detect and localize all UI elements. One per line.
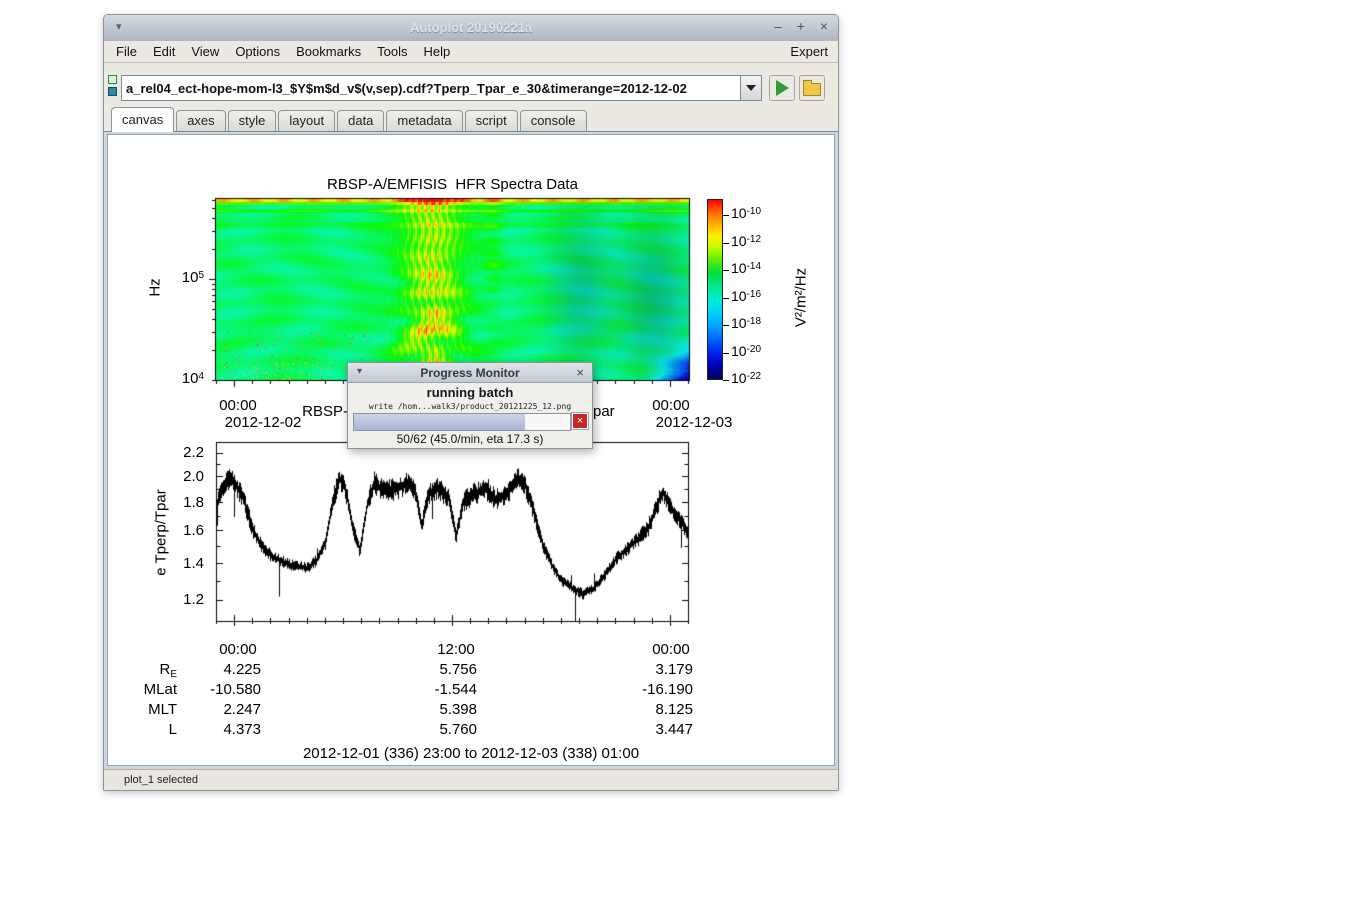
window-titlebar[interactable]: ▾ Autoplot 20190221a – + ×	[104, 15, 838, 42]
colorbar-tick-label: 10-22	[731, 370, 791, 386]
colorbar-tick-label: 10-14	[731, 260, 791, 276]
time-range-label: 2012-12-01 (336) 23:00 to 2012-12-03 (33…	[108, 745, 834, 762]
colorbar-tick-label: 10-16	[731, 288, 791, 304]
spectro-xtick-label: 00:00	[641, 397, 701, 414]
menu-options[interactable]: Options	[227, 44, 288, 59]
maximize-button[interactable]: +	[797, 18, 805, 34]
status-text: plot_1 selected	[124, 771, 198, 790]
spectro-xtick-date: 2012-12-02	[218, 414, 308, 431]
menu-view[interactable]: View	[183, 44, 227, 59]
timeseries-xtick-label: 00:00	[641, 641, 701, 658]
timeseries-plot[interactable]	[206, 432, 699, 632]
table-cell: 5.760	[367, 721, 477, 738]
canvas-container: RBSP-A/EMFISIS HFR Spectra Data Hz e Tpe…	[104, 132, 838, 769]
progress-status-label: 50/62 (45.0/min, eta 17.3 s)	[348, 432, 592, 446]
uri-input[interactable]	[121, 75, 741, 101]
spectro-ytick-label: 104	[138, 370, 204, 387]
tab-script[interactable]: script	[465, 110, 518, 131]
timeseries-xtick-label: 12:00	[426, 641, 486, 658]
colorbar-tick-label: 10-20	[731, 343, 791, 359]
table-cell: -16.190	[583, 681, 693, 698]
colorbar-tick-mark	[723, 298, 729, 299]
close-button[interactable]: ×	[820, 18, 828, 34]
timeseries-ytick-label: 2.2	[148, 444, 204, 461]
uri-toolbar	[104, 62, 838, 108]
timeseries-ytick-label: 2.0	[148, 468, 204, 485]
menu-help[interactable]: Help	[416, 44, 459, 59]
datasource-icon-top	[108, 75, 117, 84]
table-cell: 8.125	[583, 701, 693, 718]
dialog-title: Progress Monitor	[348, 366, 592, 380]
tab-canvas[interactable]: canvas	[111, 107, 174, 132]
uri-combobox	[121, 75, 762, 101]
datasource-type-icon	[108, 75, 118, 97]
timeseries-ytick-label: 1.8	[148, 494, 204, 511]
dialog-titlebar[interactable]: ▾ Progress Monitor ×	[348, 363, 592, 383]
tab-console[interactable]: console	[520, 110, 587, 131]
plot-canvas[interactable]: RBSP-A/EMFISIS HFR Spectra Data Hz e Tpe…	[107, 134, 835, 766]
table-cell: 3.447	[583, 721, 693, 738]
play-icon	[776, 80, 789, 96]
table-cell: 4.225	[151, 661, 261, 678]
menu-tools[interactable]: Tools	[369, 44, 415, 59]
uri-dropdown-button[interactable]	[741, 75, 762, 101]
colorbar-tick-label: 10-18	[731, 315, 791, 331]
minimize-button[interactable]: –	[774, 18, 782, 34]
table-cell: -10.580	[151, 681, 261, 698]
spectro-xtick-label: 00:00	[208, 397, 268, 414]
tab-bar: canvasaxesstylelayoutdatametadatascriptc…	[104, 108, 838, 132]
table-cell: 2.247	[151, 701, 261, 718]
colorbar-tick-mark	[723, 215, 729, 216]
progress-detail-label: write /hom...walk3/product_20121225_12.p…	[348, 402, 592, 411]
progress-bar	[353, 413, 571, 431]
table-cell: 4.373	[151, 721, 261, 738]
open-file-button[interactable]	[799, 75, 825, 101]
expert-label[interactable]: Expert	[790, 44, 828, 59]
progress-bar-fill	[354, 414, 525, 430]
tab-axes[interactable]: axes	[176, 110, 225, 131]
datasource-icon-bottom	[108, 87, 117, 96]
cancel-button[interactable]: ×	[572, 413, 588, 429]
colorbar-tick-mark	[723, 270, 729, 271]
table-cell: 5.398	[367, 701, 477, 718]
timeseries-ytick-label: 1.6	[148, 522, 204, 539]
spectro-xtick-date: 2012-12-03	[649, 414, 739, 431]
tab-style[interactable]: style	[228, 110, 277, 131]
folder-icon	[803, 83, 821, 96]
timeseries-ytick-label: 1.2	[148, 591, 204, 608]
desktop: ▾ Autoplot 20190221a – + × FileEditViewO…	[0, 0, 1345, 916]
menu-bar: FileEditViewOptionsBookmarksToolsHelp Ex…	[104, 41, 838, 63]
colorbar-label: V²/m²/Hz	[793, 248, 810, 348]
menu-file[interactable]: File	[108, 44, 145, 59]
table-cell: 5.756	[367, 661, 477, 678]
table-cell: -1.544	[367, 681, 477, 698]
colorbar[interactable]	[707, 199, 723, 380]
colorbar-tick-label: 10-10	[731, 205, 791, 221]
status-bar: plot_1 selected	[104, 769, 838, 790]
spectrogram-plot[interactable]	[206, 189, 699, 390]
colorbar-tick-mark	[723, 380, 729, 381]
window-title: Autoplot 20190221a	[104, 20, 838, 35]
colorbar-tick-mark	[723, 243, 729, 244]
cancel-x-icon: ×	[577, 415, 583, 427]
chevron-down-icon	[746, 85, 756, 91]
spectro-ytick-label: 105	[138, 269, 204, 286]
tab-data[interactable]: data	[337, 110, 384, 131]
table-cell: 3.179	[583, 661, 693, 678]
colorbar-tick-mark	[723, 353, 729, 354]
colorbar-tick-mark	[723, 325, 729, 326]
dialog-close-button[interactable]: ×	[576, 365, 584, 380]
menu-edit[interactable]: Edit	[145, 44, 183, 59]
menu-bookmarks[interactable]: Bookmarks	[288, 44, 369, 59]
go-button[interactable]	[769, 75, 795, 101]
tab-layout[interactable]: layout	[278, 110, 335, 131]
progress-task-label: running batch	[348, 385, 592, 400]
tab-metadata[interactable]: metadata	[386, 110, 462, 131]
colorbar-tick-label: 10-12	[731, 233, 791, 249]
progress-monitor-dialog: ▾ Progress Monitor × running batch write…	[347, 362, 593, 449]
timeseries-ytick-label: 1.4	[148, 555, 204, 572]
timeseries-xtick-label: 00:00	[208, 641, 268, 658]
